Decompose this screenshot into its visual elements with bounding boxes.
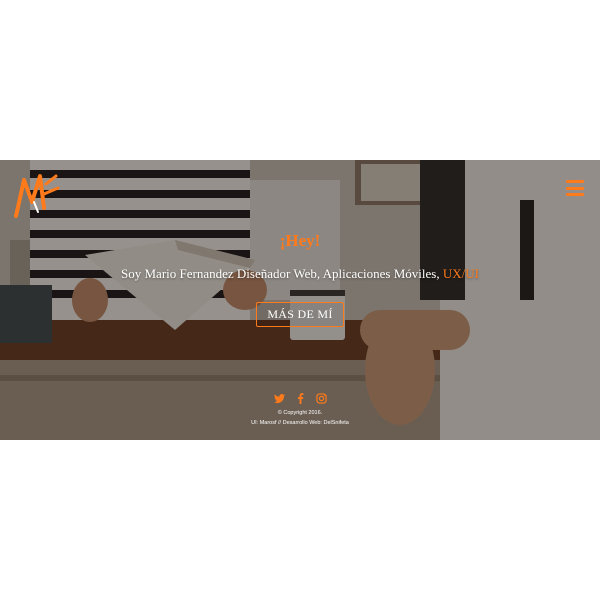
menu-bar xyxy=(566,193,584,196)
twitter-icon[interactable] xyxy=(273,391,285,404)
tagline-text: Soy Mario Fernandez Diseñador Web, Aplic… xyxy=(121,266,443,281)
copyright-text: © Copyright 2016. xyxy=(277,410,323,416)
footer: © Copyright 2016. UI: Marosf // Desarrol… xyxy=(0,408,600,428)
hero-tagline: Soy Mario Fernandez Diseñador Web, Aplic… xyxy=(0,266,600,282)
hero-greeting: ¡Hey! xyxy=(279,231,321,250)
tagline-accent: UX/UI xyxy=(442,266,479,281)
menu-bar xyxy=(566,186,584,190)
menu-bar xyxy=(566,180,584,183)
hamburger-menu-icon[interactable] xyxy=(566,180,584,196)
social-links xyxy=(0,391,600,404)
about-me-button[interactable]: MÁS DE MÍ xyxy=(256,302,344,327)
instagram-icon[interactable] xyxy=(315,391,327,404)
facebook-icon[interactable] xyxy=(295,391,306,404)
hero-section: ¡Hey! Soy Mario Fernandez Diseñador Web,… xyxy=(0,160,600,440)
mf-monogram-logo[interactable] xyxy=(14,172,60,218)
hero-content: ¡Hey! Soy Mario Fernandez Diseñador Web,… xyxy=(0,230,600,327)
credits-text: UI: Marosf // Desarrollo Web: DelSnifeta xyxy=(251,420,349,426)
